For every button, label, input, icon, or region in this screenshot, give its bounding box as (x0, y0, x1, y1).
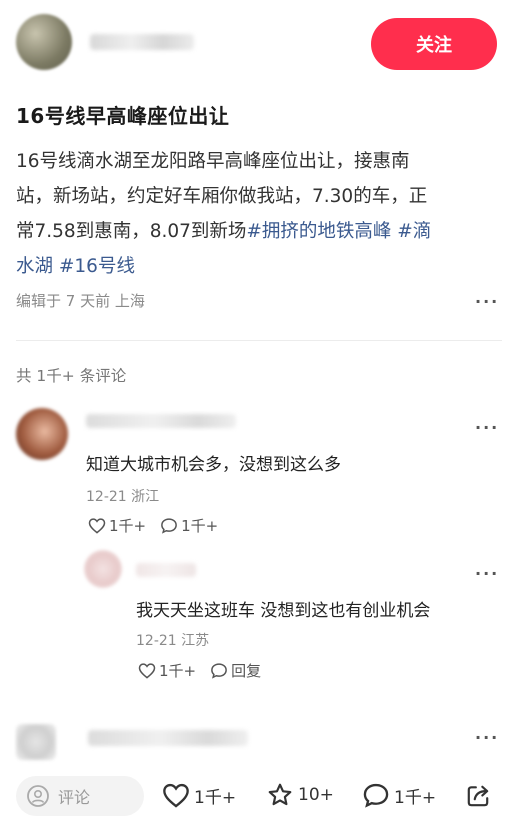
hashtag-link[interactable]: 水湖 (16, 256, 53, 277)
like-button[interactable]: 1千+ (162, 782, 236, 808)
commenter-avatar[interactable] (16, 408, 68, 460)
post-body-text: 常7.58到惠南，8.07到新场 (16, 221, 247, 242)
post-body-line: 水湖 #16号线 (16, 249, 504, 284)
reply-like-count: 1千+ (159, 662, 197, 680)
comment-reply-count: 1千+ (181, 517, 219, 535)
post-body: 16号线滴水湖至龙阳路早高峰座位出让，接惠南 站，新场站，约定好车厢你做我站，7… (16, 144, 504, 284)
follow-button[interactable]: 关注 (371, 18, 497, 70)
emoji-icon (27, 785, 49, 807)
comment-count: 共 1千+ 条评论 (16, 367, 127, 385)
comment-actions: 1千+ 1千+ (88, 515, 232, 536)
more-icon[interactable]: ··· (475, 418, 499, 437)
comment-meta: 12-21 浙江 (86, 489, 160, 505)
post-body-line: 常7.58到惠南，8.07到新场#拥挤的地铁高峰 #滴 (16, 214, 504, 249)
reply-text: 我天天坐这班车 没想到这也有创业机会 (136, 601, 431, 621)
heart-icon (163, 783, 189, 808)
post-meta: 编辑于 7 天前 上海 (16, 292, 145, 310)
author-name-blurred[interactable] (90, 34, 194, 50)
post-body-line: 16号线滴水湖至龙阳路早高峰座位出让，接惠南 (16, 151, 410, 172)
like-count: 1千+ (194, 787, 237, 808)
share-button[interactable] (464, 783, 496, 809)
hashtag-link[interactable]: #滴 (397, 221, 431, 242)
comment-input-placeholder: 评论 (58, 788, 91, 807)
hashtag-link[interactable]: #拥挤的地铁高峰 (246, 221, 391, 242)
heart-icon (138, 663, 156, 679)
reply-actions: 1千+ 回复 (138, 660, 275, 681)
share-icon (467, 785, 489, 807)
star-icon (268, 783, 292, 806)
more-icon[interactable]: ··· (475, 728, 499, 747)
comment-reply-button[interactable]: 1千+ (160, 515, 218, 536)
commenter-avatar[interactable] (16, 724, 56, 760)
chat-bubble-icon (161, 518, 178, 534)
replier-name-blurred[interactable] (136, 563, 196, 577)
replier-avatar[interactable] (84, 550, 122, 588)
post-title: 16号线早高峰座位出让 (16, 104, 230, 128)
divider (16, 340, 502, 341)
bottom-action-bar: 评论 1千+ 10+ 1千+ (0, 770, 518, 817)
chat-bubble-icon (363, 783, 389, 808)
comment-text: 知道大城市机会多，没想到这么多 (86, 455, 341, 475)
hashtag-link[interactable]: #16号线 (59, 256, 135, 277)
more-icon[interactable]: ··· (475, 292, 499, 311)
star-button[interactable]: 10+ (266, 782, 334, 808)
heart-icon (88, 518, 106, 534)
post-header: 关注 (0, 0, 518, 90)
chat-bubble-icon (211, 663, 228, 679)
comment-input[interactable]: 评论 (16, 776, 144, 816)
reply-meta: 12-21 江苏 (136, 633, 210, 649)
comment-like-count: 1千+ (109, 517, 147, 535)
more-icon[interactable]: ··· (475, 564, 499, 583)
reply-reply-button[interactable]: 回复 (210, 660, 261, 681)
comment-like-button[interactable]: 1千+ (88, 515, 146, 536)
commenter-name-blurred[interactable] (88, 730, 248, 746)
author-avatar[interactable] (16, 14, 72, 70)
reply-reply-label: 回复 (231, 662, 262, 680)
post-body-line: 站，新场站，约定好车厢你做我站，7.30的车，正 (16, 186, 428, 207)
comment-count-bottom: 1千+ (394, 787, 437, 808)
commenter-name-blurred[interactable] (86, 414, 236, 428)
comment-button[interactable]: 1千+ (362, 782, 436, 808)
reply-like-button[interactable]: 1千+ (138, 660, 196, 681)
star-count: 10+ (298, 785, 334, 805)
